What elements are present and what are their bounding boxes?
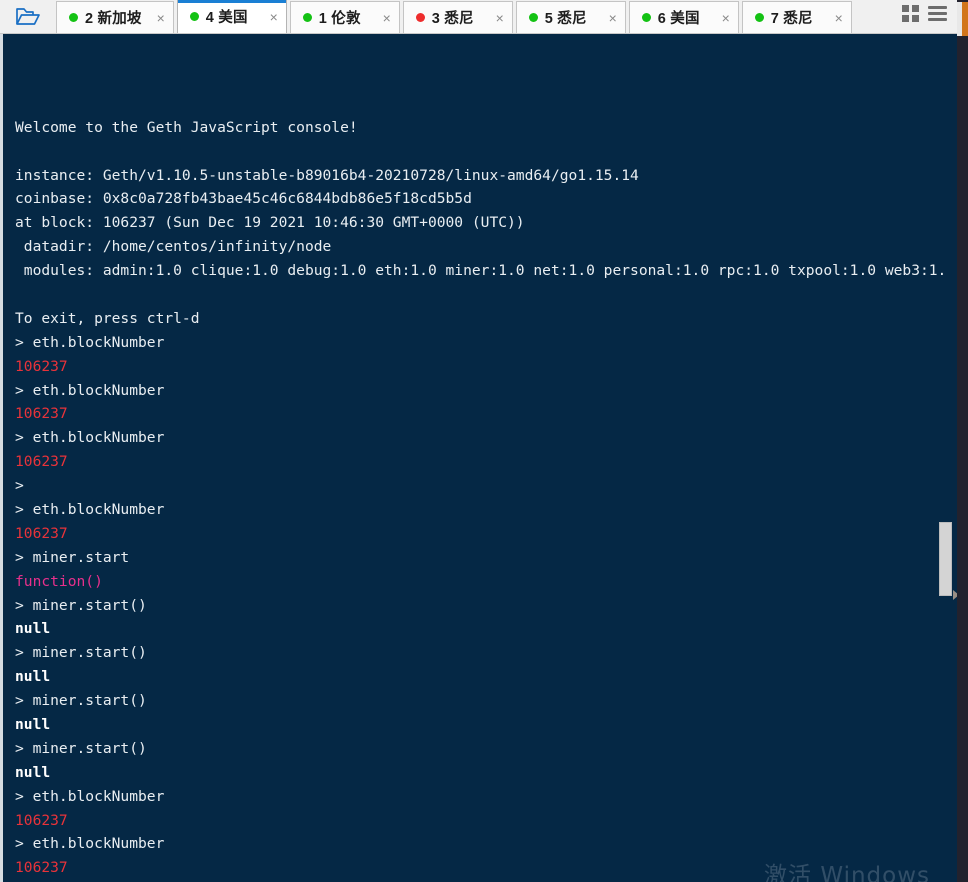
tab-status-dot <box>415 13 425 22</box>
terminal-line: To exit, press ctrl-d <box>15 309 200 327</box>
tabs-strip: 2 新加坡 × 4 美国 × 1 伦敦 × 3 悉尼 × 5 悉尼 × 6 美国 × 7 悉尼 × <box>56 0 892 33</box>
tab-3[interactable]: 3 悉尼 × <box>402 1 513 33</box>
terminal-line: > eth.blockNumber <box>15 429 165 447</box>
tab-close-icon[interactable]: × <box>375 11 391 25</box>
tab-status-dot <box>69 13 78 22</box>
background-window-sliver <box>957 0 968 882</box>
vertical-scroll-thumb[interactable] <box>939 522 952 596</box>
terminal-line: datadir: /home/centos/infinity/node <box>15 238 332 256</box>
tab-bar-actions <box>892 0 957 33</box>
tab-4[interactable]: 4 美国 × <box>176 0 287 33</box>
list-view-icon[interactable] <box>928 5 947 21</box>
terminal-line: > eth.blockNumber <box>15 787 165 805</box>
terminal-line: > eth.blockNumber <box>15 500 165 518</box>
tab-label: 4 美国 <box>205 10 248 26</box>
terminal-line: function() <box>15 572 103 590</box>
terminal-lines: Welcome to the Geth JavaScript console! i… <box>15 44 957 882</box>
tab-label: 5 悉尼 <box>544 11 587 27</box>
tab-close-icon[interactable]: × <box>601 11 617 25</box>
terminal-window: 2 新加坡 × 4 美国 × 1 伦敦 × 3 悉尼 × 5 悉尼 × 6 美国 × 7 悉尼 × Wel… <box>0 0 968 882</box>
tab-5[interactable]: 5 悉尼 × <box>515 1 626 33</box>
tab-7[interactable]: 7 悉尼 × <box>741 1 852 33</box>
terminal-line: > miner.start() <box>15 739 147 757</box>
terminal-output-pane[interactable]: Welcome to the Geth JavaScript console! i… <box>0 34 957 882</box>
tab-status-dot <box>189 12 199 21</box>
terminal-line: null <box>15 620 51 638</box>
terminal-line: > miner.start() <box>15 596 147 614</box>
tab-close-icon[interactable]: × <box>827 11 843 25</box>
tab-status-dot <box>641 13 651 22</box>
tab-2[interactable]: 2 新加坡 × <box>56 1 174 33</box>
terminal-line: null <box>15 763 51 781</box>
terminal-line: 106237 <box>15 405 68 423</box>
terminal-line: instance: Geth/v1.10.5-unstable-b89016b4… <box>15 166 639 184</box>
tab-bar: 2 新加坡 × 4 美国 × 1 伦敦 × 3 悉尼 × 5 悉尼 × 6 美国 × 7 悉尼 × <box>0 0 957 34</box>
terminal-line: > miner.start <box>15 548 130 566</box>
tab-6[interactable]: 6 美国 × <box>628 1 739 33</box>
tab-label: 7 悉尼 <box>770 11 813 27</box>
terminal-line: 106237 <box>15 357 68 375</box>
terminal-line: at block: 106237 (Sun Dec 19 2021 10:46:… <box>15 214 525 232</box>
tab-1[interactable]: 1 伦敦 × <box>289 1 400 33</box>
vertical-scrollbar[interactable] <box>936 34 959 882</box>
terminal-line: > miner.start() <box>15 692 147 710</box>
tab-label: 2 新加坡 <box>85 11 142 27</box>
terminal-line: coinbase: 0x8c0a728fb43bae45c46c6844bdb8… <box>15 190 472 208</box>
tab-close-icon[interactable]: × <box>714 11 730 25</box>
tab-close-icon[interactable]: × <box>488 11 504 25</box>
terminal-line: > eth.blockNumber <box>15 381 165 399</box>
open-folder-icon <box>16 7 40 25</box>
terminal-line: null <box>15 715 51 733</box>
tab-label: 1 伦敦 <box>318 11 361 27</box>
open-folder-button[interactable] <box>0 0 56 33</box>
grid-view-icon[interactable] <box>902 4 919 22</box>
terminal-line: Welcome to the Geth JavaScript console! <box>15 118 358 136</box>
tab-status-dot <box>528 13 538 22</box>
terminal-line: null <box>15 668 51 686</box>
tab-close-icon[interactable]: × <box>149 11 165 25</box>
terminal-line: 106237 <box>15 524 68 542</box>
terminal-line: > eth.blockNumber <box>15 333 165 351</box>
tab-status-dot <box>302 13 312 22</box>
tab-status-dot <box>754 13 764 22</box>
tab-label: 6 美国 <box>657 11 700 27</box>
terminal-line: > eth.blockNumber <box>15 835 165 853</box>
terminal-line: 106237 <box>15 859 68 877</box>
terminal-line: > miner.start() <box>15 644 147 662</box>
terminal-line: 106237 <box>15 453 68 471</box>
terminal-line: 106237 <box>15 811 68 829</box>
tab-label: 3 悉尼 <box>431 11 474 27</box>
tab-close-icon[interactable]: × <box>262 10 278 24</box>
terminal-line: modules: admin:1.0 clique:1.0 debug:1.0 … <box>15 262 947 280</box>
terminal-line: > <box>15 477 24 495</box>
background-window-accent <box>957 2 968 36</box>
